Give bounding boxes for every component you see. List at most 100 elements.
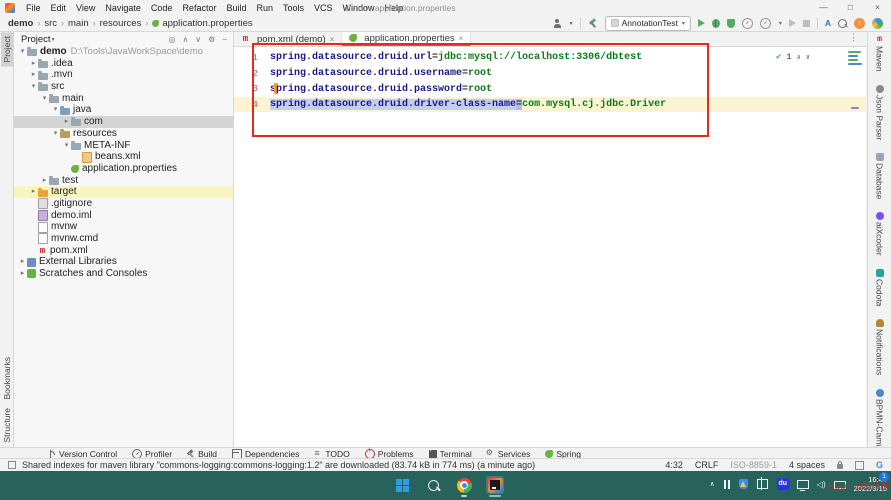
run-button[interactable] bbox=[697, 19, 705, 27]
tray-expand-icon[interactable]: ∧ bbox=[710, 480, 715, 488]
lock-icon[interactable] bbox=[836, 461, 843, 469]
code-area[interactable]: 1 spring.datasource.druid.url=jdbc:mysql:… bbox=[234, 47, 866, 448]
tree-item-.mvn[interactable]: ▸ .mvn bbox=[14, 69, 233, 81]
menu-run[interactable]: Run bbox=[251, 3, 278, 13]
update-notification-icon[interactable]: ↑ bbox=[854, 17, 865, 29]
tree-chevron-icon[interactable]: ▾ bbox=[40, 93, 49, 105]
run-configuration-select[interactable]: AnnotationTest ▾ bbox=[604, 15, 691, 31]
tool-tab-codota[interactable]: Codota bbox=[875, 268, 885, 306]
build-hammer-icon[interactable] bbox=[588, 18, 598, 28]
tree-item-target[interactable]: ▸ target bbox=[14, 186, 233, 198]
menu-build[interactable]: Build bbox=[221, 3, 251, 13]
start-button[interactable] bbox=[393, 476, 411, 494]
chrome-taskbar-icon[interactable] bbox=[455, 476, 473, 497]
profiler-button[interactable] bbox=[741, 17, 753, 29]
tree-item-external-libraries[interactable]: ▸ External Libraries bbox=[14, 256, 233, 268]
expand-all-icon[interactable]: ∧ bbox=[182, 35, 188, 44]
tree-chevron-icon[interactable]: ▸ bbox=[29, 69, 38, 81]
tree-item-.gitignore[interactable]: .gitignore bbox=[14, 198, 233, 210]
menu-view[interactable]: View bbox=[71, 3, 100, 13]
menu-navigate[interactable]: Navigate bbox=[100, 3, 146, 13]
search-everywhere-icon[interactable] bbox=[838, 18, 847, 28]
tree-chevron-icon[interactable]: ▾ bbox=[62, 140, 71, 152]
menu-code[interactable]: Code bbox=[146, 3, 178, 13]
layout-icon[interactable] bbox=[854, 460, 864, 470]
tool-tab-maven[interactable]: m Maven bbox=[875, 36, 885, 72]
tool-window-spring[interactable]: Spring bbox=[545, 449, 581, 459]
collapse-all-icon[interactable]: ∨ bbox=[195, 35, 201, 44]
tool-window-build[interactable]: Build bbox=[187, 449, 217, 459]
tool-tab-database[interactable]: Database bbox=[875, 152, 885, 199]
tree-chevron-icon[interactable]: ▸ bbox=[29, 186, 38, 198]
tree-chevron-icon[interactable]: ▸ bbox=[18, 268, 27, 280]
tree-item-main[interactable]: ▾ main bbox=[14, 93, 233, 105]
tree-item-meta-inf[interactable]: ▾ META-INF bbox=[14, 140, 233, 152]
breadcrumb-item-main[interactable]: main bbox=[68, 18, 89, 29]
tool-window-version-control[interactable]: Version Control bbox=[48, 449, 117, 459]
tree-item-mvnw.cmd[interactable]: mvnw.cmd bbox=[14, 233, 233, 245]
debug-button[interactable] bbox=[711, 18, 720, 28]
menu-file[interactable]: File bbox=[21, 3, 46, 13]
tree-item-demo.iml[interactable]: demo.iml bbox=[14, 210, 233, 222]
tree-chevron-icon[interactable]: ▸ bbox=[62, 116, 71, 128]
inspections-widget[interactable]: ✔ 1 ∧ ∨ bbox=[776, 52, 810, 62]
user-icon[interactable] bbox=[553, 18, 562, 28]
menu-vcs[interactable]: VCS bbox=[309, 3, 338, 13]
tree-item-src[interactable]: ▾ src bbox=[14, 81, 233, 93]
tree-item-com[interactable]: ▸ com bbox=[14, 116, 233, 128]
tool-tab-json-parser[interactable]: Json Parser bbox=[875, 84, 885, 140]
tree-chevron-icon[interactable]: ▾ bbox=[51, 128, 60, 140]
taskbar-search-button[interactable] bbox=[424, 476, 442, 494]
tool-tab-notifications[interactable]: Notifications bbox=[875, 319, 885, 376]
tab-close-icon[interactable]: × bbox=[459, 34, 464, 43]
tool-tab-aixcoder[interactable]: aiXcoder bbox=[875, 212, 885, 256]
tree-item-application.properties[interactable]: application.properties bbox=[14, 163, 233, 175]
tree-chevron-icon[interactable]: ▾ bbox=[51, 104, 60, 116]
status-message[interactable]: Shared indexes for maven library "common… bbox=[22, 460, 535, 470]
prev-problem-icon[interactable]: ∧ bbox=[797, 53, 801, 62]
tool-tab-bookmarks[interactable]: Bookmarks bbox=[1, 353, 13, 404]
tree-chevron-icon[interactable]: ▾ bbox=[29, 81, 38, 93]
breadcrumb-item-application.properties[interactable]: application.properties bbox=[162, 18, 252, 29]
display-icon[interactable] bbox=[796, 480, 809, 491]
tab-close-icon[interactable]: × bbox=[330, 35, 335, 44]
tree-item-resources[interactable]: ▾ resources bbox=[14, 128, 233, 140]
hide-panel-icon[interactable]: − bbox=[222, 35, 227, 44]
tab-options-icon[interactable]: ⋮ bbox=[841, 32, 866, 46]
project-panel-title[interactable]: Project bbox=[21, 34, 51, 45]
tree-item-java[interactable]: ▾ java bbox=[14, 104, 233, 116]
line-separator[interactable]: CRLF bbox=[695, 460, 719, 470]
tree-item-scratches-and-consoles[interactable]: ▸ Scratches and Consoles bbox=[14, 268, 233, 280]
intellij-taskbar-icon[interactable] bbox=[486, 476, 504, 497]
status-event-icon[interactable] bbox=[8, 461, 16, 469]
tree-chevron-icon[interactable]: ▸ bbox=[29, 58, 38, 70]
breadcrumb-item-src[interactable]: src bbox=[44, 18, 57, 29]
file-encoding[interactable]: ISO-8859-1 bbox=[730, 460, 777, 470]
baidu-icon[interactable]: du bbox=[776, 478, 789, 490]
security-shield-icon[interactable] bbox=[738, 479, 748, 489]
tree-chevron-icon[interactable]: ▸ bbox=[18, 256, 27, 268]
tree-item-test[interactable]: ▸ test bbox=[14, 175, 233, 187]
tool-window-todo[interactable]: TODO bbox=[314, 448, 349, 459]
tool-window-problems[interactable]: Problems bbox=[364, 448, 414, 459]
coverage-button[interactable] bbox=[726, 18, 735, 28]
run-with-button[interactable] bbox=[759, 17, 771, 29]
plugin-ball-icon[interactable] bbox=[872, 17, 883, 29]
next-problem-icon[interactable]: ∨ bbox=[806, 53, 810, 62]
code-line-4[interactable]: 4 spring.datasource.druid.driver-class-na… bbox=[234, 96, 866, 112]
tool-window-terminal[interactable]: Terminal bbox=[428, 448, 472, 459]
menu-edit[interactable]: Edit bbox=[46, 3, 72, 13]
editor-tab-pom.xml--demo-[interactable]: m pom.xml (demo) × bbox=[234, 32, 343, 46]
menu-refactor[interactable]: Refactor bbox=[177, 3, 221, 13]
tree-item-.idea[interactable]: ▸ .idea bbox=[14, 58, 233, 70]
gear-icon[interactable]: ⚙ bbox=[208, 35, 215, 44]
tree-item-beans.xml[interactable]: beans.xml bbox=[14, 151, 233, 163]
editor-tab-application.properties[interactable]: application.properties × bbox=[342, 32, 472, 46]
ime-chinese-icon[interactable] bbox=[756, 477, 768, 490]
translate-icon[interactable]: A bbox=[825, 18, 831, 28]
breadcrumb-item-demo[interactable]: demo bbox=[8, 18, 33, 29]
tool-window-services[interactable]: Services bbox=[486, 448, 531, 459]
locate-icon[interactable]: ◎ bbox=[168, 35, 175, 44]
code-line-3[interactable]: 3 spring.datasource.druid.password=root bbox=[234, 81, 866, 97]
close-button[interactable]: × bbox=[864, 0, 891, 15]
